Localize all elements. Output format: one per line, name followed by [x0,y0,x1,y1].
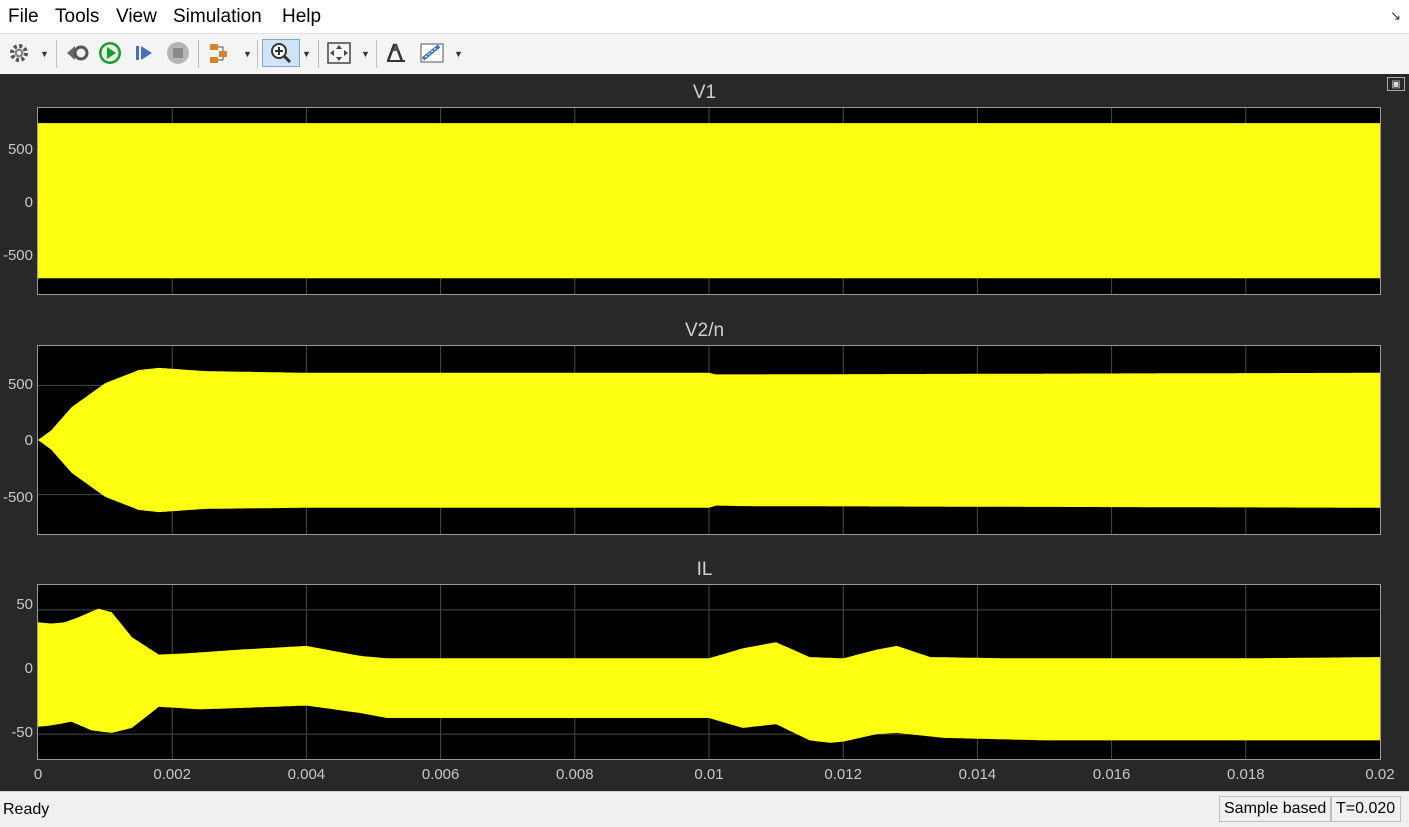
toolbar-separator [376,40,377,68]
run-icon[interactable] [96,39,124,67]
ytick-label: 50 [16,596,33,613]
toolbar: ▼ ▼ ▼ ▼ ▼ [0,33,1409,75]
axes-title-il: IL [696,559,713,580]
plot-area-il[interactable] [37,584,1381,760]
chart-svg [38,346,1380,534]
menu-view[interactable]: View [116,6,157,28]
undock-icon[interactable]: ↘ [1390,8,1401,24]
xtick-label: 0.01 [694,766,724,783]
status-bar: Ready Sample based T=0.020 [0,791,1409,827]
xtick-label: 0.002 [153,766,191,783]
xtick-label: 0.016 [1092,766,1131,783]
xtick-label: 0.02 [1365,766,1395,783]
chart-svg [38,585,1380,759]
zoom-dropdown-icon[interactable]: ▼ [302,49,311,59]
menu-simulation[interactable]: Simulation [173,6,262,28]
menu-file[interactable]: File [8,6,39,28]
menu-help[interactable]: Help [282,6,321,28]
settings-dropdown-icon[interactable]: ▼ [40,49,49,59]
xtick-label: 0.012 [824,766,862,783]
xtick-label: 0.006 [421,766,460,783]
fit-to-view-icon[interactable] [325,39,353,67]
step-back-icon[interactable] [63,39,91,67]
measurements-dropdown-icon[interactable]: ▼ [454,49,463,59]
fit-dropdown-icon[interactable]: ▼ [361,49,370,59]
scope-figure: ▣ V1 500 0 -500 V2/n 500 0 -500 IL 50 0 … [0,74,1409,791]
ytick-label: -500 [2,247,33,264]
highlight-dropdown-icon[interactable]: ▼ [243,49,252,59]
ytick-label: 0 [24,660,33,677]
measurements-icon[interactable] [418,39,446,67]
gear-icon[interactable] [5,39,33,67]
menu-bar: File Tools View Simulation Help ↘ [0,0,1409,33]
toolbar-separator [257,40,258,68]
ytick-label: -500 [2,489,33,506]
ytick-label: 0 [24,194,33,211]
xtick-label: 0.004 [287,766,326,783]
xtick-label: 0 [33,766,43,783]
toolbar-separator [318,40,319,68]
stop-icon[interactable] [164,39,192,67]
status-text: Ready [3,801,50,818]
write-data-icon[interactable] [382,39,410,67]
signal-envelope-v2-n [38,367,1380,513]
menu-tools[interactable]: Tools [55,6,99,28]
plot-area-v2n[interactable] [37,345,1381,535]
plot-area-v1[interactable] [37,107,1381,295]
step-forward-icon[interactable] [130,39,158,67]
sim-time-indicator: T=0.020 [1331,796,1401,822]
chart-svg [38,108,1380,294]
toolbar-separator [198,40,199,68]
highlight-model-icon[interactable] [205,39,233,67]
ytick-label: 500 [7,141,33,158]
axes-title-v2n: V2/n [684,320,725,341]
sample-based-indicator: Sample based [1219,796,1332,822]
ytick-label: -50 [11,724,33,741]
axes-title-v1: V1 [692,82,717,103]
signal-envelope-v1 [38,123,1380,279]
ytick-label: 500 [7,376,33,393]
xtick-label: 0.008 [556,766,594,783]
toolbar-separator [56,40,57,68]
xtick-label: 0.014 [958,766,997,783]
zoom-in-icon[interactable] [262,39,300,67]
ytick-label: 0 [24,432,33,449]
xtick-label: 0.018 [1227,766,1265,783]
